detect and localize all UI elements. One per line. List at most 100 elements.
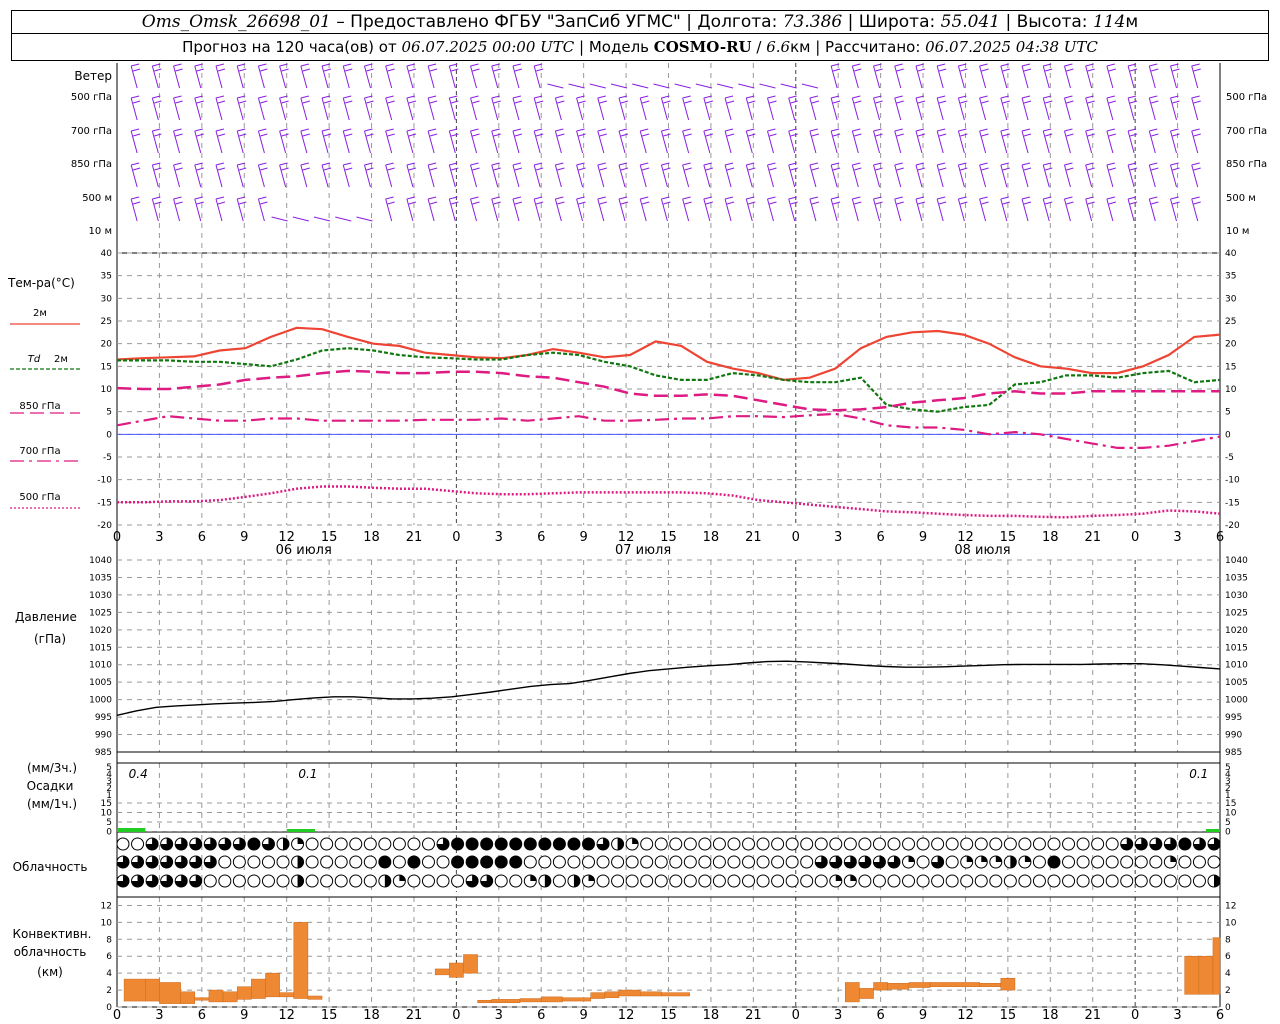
conv-x-tick-label: 0 bbox=[452, 1008, 460, 1023]
cloud-symbol bbox=[1105, 874, 1119, 888]
wind-barb bbox=[448, 128, 459, 154]
wind-barb bbox=[1063, 196, 1074, 222]
cloud-symbol bbox=[392, 837, 406, 851]
meteogram-chart: 500 гПа 500 гПа 700 гПа 700 гПа 850 гПа 850 г… bbox=[7, 63, 1267, 1023]
cloud-symbol bbox=[261, 874, 275, 888]
wind-barb bbox=[767, 196, 777, 222]
cloud-symbol bbox=[320, 837, 334, 851]
cloud-title: Облачность bbox=[13, 860, 88, 874]
wind-barb bbox=[936, 95, 947, 121]
wind-barb bbox=[512, 162, 523, 188]
wind-barb bbox=[618, 95, 629, 121]
wind-barb bbox=[554, 196, 565, 222]
wind-barb bbox=[236, 162, 247, 188]
wind-barb bbox=[236, 63, 247, 89]
wind-barb bbox=[1000, 128, 1010, 154]
wind-barb bbox=[830, 95, 841, 121]
wind-barb bbox=[257, 162, 268, 188]
precip-panel: 5 54 43 32 21 115 1510 105 50 0(мм/3ч.)Осадки(мм/… bbox=[27, 761, 1237, 838]
cloud-symbol bbox=[1192, 855, 1206, 869]
prec-tick-lower-right: 0 bbox=[1225, 828, 1231, 838]
cloud-panel: Облачность bbox=[13, 837, 1221, 888]
wind-barb bbox=[427, 63, 438, 89]
pres-tick-right: 990 bbox=[1225, 731, 1242, 741]
cloud-fill bbox=[1214, 875, 1220, 887]
temp-tick-right: -20 bbox=[1225, 521, 1240, 531]
conv-tick-right: 8 bbox=[1225, 935, 1231, 945]
cloud-symbol bbox=[509, 837, 523, 851]
conv-tick-left: 2 bbox=[106, 986, 112, 996]
wind-barb bbox=[1191, 95, 1201, 121]
cloud-symbol bbox=[771, 837, 785, 851]
cloud-symbol bbox=[538, 837, 552, 851]
wind-barb bbox=[215, 128, 226, 154]
wind-barb bbox=[406, 162, 417, 188]
conv-x-tick-label: 9 bbox=[919, 1008, 927, 1023]
temp-tick-right: -15 bbox=[1225, 498, 1240, 508]
wind-barb bbox=[576, 162, 586, 188]
cloud-symbol bbox=[1062, 855, 1076, 869]
wind-level-label-right: 850 гПа bbox=[1226, 159, 1267, 170]
wind-barb bbox=[1170, 128, 1180, 154]
pres-tick-right: 1040 bbox=[1225, 556, 1248, 566]
conv-tick-right: 2 bbox=[1225, 986, 1231, 996]
wind-barb bbox=[512, 95, 523, 121]
wind-barb bbox=[448, 196, 459, 222]
cloud-symbol bbox=[465, 837, 479, 851]
x-tick-label: 0 bbox=[1131, 530, 1139, 545]
conv-bar bbox=[251, 978, 266, 999]
wind-barb bbox=[279, 128, 289, 154]
cloud-symbol bbox=[1018, 837, 1032, 851]
cloud-symbol bbox=[640, 855, 654, 869]
wind-barb bbox=[801, 83, 819, 89]
wind-barb bbox=[363, 95, 374, 121]
wind-barb bbox=[873, 162, 883, 188]
temp-tick-right: 10 bbox=[1225, 385, 1237, 395]
prec-tick-lower: 5 bbox=[106, 818, 112, 828]
cloud-symbol bbox=[960, 874, 974, 888]
cloud-symbol bbox=[421, 837, 435, 851]
wind-barb bbox=[279, 162, 289, 188]
cloud-symbol bbox=[989, 837, 1003, 851]
cloud-symbol bbox=[232, 855, 246, 869]
wind-barb bbox=[873, 196, 883, 222]
wind-barb bbox=[873, 95, 883, 121]
x-tick-label: 3 bbox=[495, 530, 503, 545]
precip-bar bbox=[117, 828, 146, 832]
conv-bar bbox=[519, 998, 542, 1003]
wind-barb bbox=[342, 63, 353, 89]
wind-barb bbox=[385, 162, 395, 188]
temp-tick-left: 15 bbox=[101, 362, 112, 372]
wind-barb bbox=[597, 95, 607, 121]
cloud-symbol bbox=[378, 837, 392, 851]
conv-bar bbox=[145, 978, 160, 1002]
cloud-symbol bbox=[727, 874, 741, 888]
wind-barb bbox=[151, 162, 162, 188]
cloud-symbol bbox=[887, 837, 901, 851]
cloud-symbol bbox=[349, 874, 363, 888]
cloud-fill bbox=[850, 875, 857, 881]
prec-tick-lower: 0 bbox=[106, 828, 112, 838]
cloud-symbol bbox=[1120, 874, 1134, 888]
conv-tick-left: 0 bbox=[106, 1003, 112, 1013]
cloud-symbol bbox=[974, 837, 988, 851]
cloud-symbol bbox=[872, 837, 886, 851]
cloud-symbol bbox=[785, 874, 799, 888]
x-tick-label: 21 bbox=[745, 530, 762, 545]
cloud-symbol bbox=[1076, 855, 1090, 869]
wind-barb bbox=[979, 128, 989, 154]
x-tick-label: 18 bbox=[703, 530, 720, 545]
cloud-fill bbox=[835, 875, 842, 881]
cloud-symbol bbox=[785, 855, 799, 869]
cloud-symbol bbox=[1178, 837, 1192, 851]
wind-barb bbox=[597, 128, 607, 154]
cloud-symbol bbox=[945, 837, 959, 851]
pres-tick-left: 1010 bbox=[89, 661, 112, 671]
wind-barb bbox=[894, 63, 904, 89]
wind-barb bbox=[745, 162, 756, 188]
wind-barb bbox=[936, 63, 947, 89]
pres-tick-right: 1000 bbox=[1225, 696, 1248, 706]
cloud-symbol bbox=[712, 855, 726, 869]
wind-level-label-right: 500 гПа bbox=[1226, 92, 1267, 103]
wind-barb bbox=[1170, 63, 1180, 89]
